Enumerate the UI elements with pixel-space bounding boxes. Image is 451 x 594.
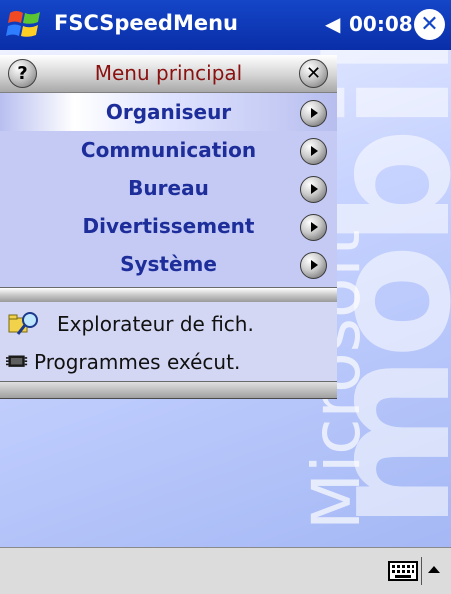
menu-item-label: Système [120, 252, 217, 276]
menu-item-communication[interactable]: Communication [0, 131, 337, 169]
windows-start-icon[interactable] [6, 7, 44, 43]
menu-bottom-bar [0, 381, 337, 399]
submenu-arrow-icon[interactable] [300, 138, 327, 165]
menu-item-divertissement[interactable]: Divertissement [0, 207, 337, 245]
shortcut-label: Explorateur de fich. [57, 312, 254, 336]
menu-items: Organiseur Communication Bureau Divertis… [0, 93, 337, 287]
menu-header: ? Menu principal ✕ [0, 55, 337, 93]
menu-item-label: Communication [80, 138, 257, 162]
shortcut-list: Explorateur de fich. Programmes exécut. [0, 302, 337, 381]
speaker-icon[interactable]: ◀︎ [325, 12, 340, 36]
submenu-arrow-icon[interactable] [300, 214, 327, 241]
running-programs-icon [6, 355, 28, 367]
app-title: FSCSpeedMenu [54, 11, 238, 35]
title-bar: FSCSpeedMenu ◀︎ 00:08 ✕ [0, 0, 451, 50]
menu-item-label: Bureau [128, 176, 209, 200]
menu-item-bureau[interactable]: Bureau [0, 169, 337, 207]
menu-separator [0, 287, 337, 303]
menu-item-organiseur[interactable]: Organiseur [0, 93, 337, 131]
shortcut-running-programs[interactable]: Programmes exécut. [0, 342, 337, 380]
shortcut-file-explorer[interactable]: Explorateur de fich. [0, 304, 337, 342]
menu-title: Menu principal [94, 61, 243, 85]
file-explorer-icon [8, 312, 38, 335]
submenu-arrow-icon[interactable] [300, 176, 327, 203]
menu-item-systeme[interactable]: Système [0, 245, 337, 283]
menu-item-label: Organiseur [105, 100, 232, 124]
menu-item-label: Divertissement [82, 214, 255, 238]
shortcut-label: Programmes exécut. [34, 350, 241, 374]
clock[interactable]: 00:08 [349, 12, 413, 36]
submenu-arrow-icon[interactable] [300, 100, 327, 127]
keyboard-icon[interactable] [388, 561, 418, 581]
close-app-button[interactable]: ✕ [414, 9, 445, 40]
speed-menu-panel: ? Menu principal ✕ Organiseur Communicat… [0, 55, 337, 399]
input-panel-arrow-icon[interactable] [428, 566, 440, 573]
submenu-arrow-icon[interactable] [300, 252, 327, 279]
command-bar [0, 547, 451, 594]
close-menu-button[interactable]: ✕ [299, 59, 328, 88]
sip-divider [421, 557, 422, 585]
